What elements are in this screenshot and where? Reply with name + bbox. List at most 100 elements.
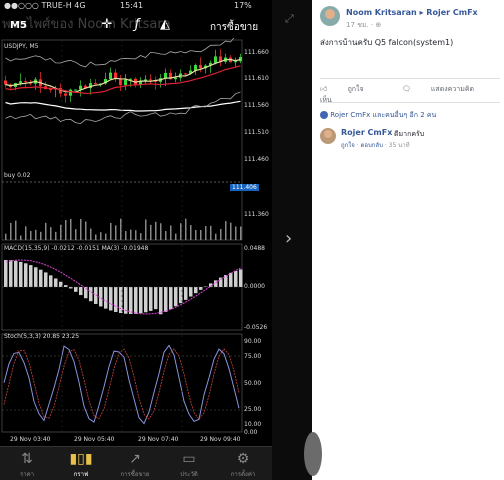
- chart-canvas[interactable]: [0, 38, 272, 446]
- tab-quotes[interactable]: ⇅ ราคา: [0, 447, 54, 480]
- post-author-link[interactable]: Noom Kritsaran ▸ Rojer CmFx: [346, 8, 478, 17]
- candle: [114, 72, 117, 79]
- volume-bar: [125, 231, 127, 240]
- timeframe-button[interactable]: M5: [10, 20, 27, 31]
- candle: [174, 77, 177, 80]
- macd-bar: [14, 260, 18, 287]
- volume-bar: [25, 226, 27, 240]
- volume-bar: [165, 231, 167, 240]
- macd-bar: [74, 287, 78, 292]
- divider: [320, 102, 500, 103]
- volume-bar: [105, 233, 107, 240]
- price-tick: 111.560: [244, 102, 269, 109]
- macd-bar: [139, 287, 143, 314]
- post-timestamp[interactable]: 17 ชม. · ⊕: [346, 20, 381, 31]
- volume-bar: [215, 233, 217, 240]
- volume-bar: [135, 230, 137, 240]
- macd-bar: [79, 287, 83, 296]
- macd-bar: [104, 287, 108, 309]
- volume-bar: [65, 220, 67, 240]
- candle: [4, 80, 7, 85]
- macd-level: -0.0526: [244, 324, 268, 331]
- macd-bar: [199, 287, 203, 290]
- buy-order-label: buy 0.02: [4, 172, 31, 179]
- candle: [214, 56, 217, 63]
- likes-summary[interactable]: Rojer CmFx และคนอื่นๆ อีก 2 คน: [320, 110, 436, 121]
- candle: [64, 93, 67, 96]
- trade-button[interactable]: การซื้อขาย: [210, 20, 258, 35]
- tab-label: กราฟ: [73, 471, 89, 478]
- macd-level: 0.0000: [244, 283, 265, 290]
- comment-icon: 🗨︎: [401, 85, 411, 93]
- volume-bar: [185, 218, 187, 240]
- volume-bar: [195, 229, 197, 240]
- comment-reply-link[interactable]: ตอบกลับ: [360, 142, 382, 149]
- macd-bar: [29, 265, 33, 287]
- chart-icon: ▮▯▮: [69, 451, 93, 467]
- candle: [184, 73, 187, 75]
- like-badge-icon: [320, 111, 328, 119]
- stoch-level: 50.00: [244, 380, 262, 387]
- stoch-level: 10.00: [244, 421, 262, 428]
- volume-bar: [235, 226, 237, 240]
- tab-label: ประวัติ: [180, 471, 198, 478]
- comment-meta: ถูกใจ · ตอบกลับ · 35 นาที: [341, 142, 410, 149]
- chevron-right-icon[interactable]: ›: [285, 228, 292, 249]
- expand-icon[interactable]: ⤢: [285, 12, 294, 26]
- facebook-post-panel: Noom Kritsaran ▸ Rojer CmFx 17 ชม. · ⊕ ส…: [304, 0, 504, 480]
- macd-bar: [144, 287, 148, 313]
- macd-bar: [129, 287, 133, 314]
- shapes-icon[interactable]: ◭: [156, 17, 174, 33]
- tab-label: ราคา: [20, 471, 34, 478]
- volume-bar: [240, 226, 242, 240]
- candle: [194, 65, 197, 71]
- price-tick: 111.510: [244, 129, 269, 136]
- tab-history[interactable]: ▭ ประวัติ: [162, 447, 216, 480]
- commenter-name-link[interactable]: Rojer CmFx: [341, 128, 392, 137]
- volume-bar: [100, 232, 102, 240]
- candle: [69, 89, 72, 96]
- macd-bar: [134, 287, 138, 314]
- volume-bar: [150, 224, 152, 240]
- comment-like-link[interactable]: ถูกใจ: [341, 142, 355, 149]
- stoch-level: 25.00: [244, 406, 262, 413]
- macd-bar: [154, 287, 158, 310]
- avatar[interactable]: [304, 432, 322, 476]
- tab-chart[interactable]: ▮▯▮ กราฟ: [54, 447, 108, 480]
- volume-bar: [55, 231, 57, 240]
- like-button[interactable]: 👍︎ ถูกใจ: [320, 85, 382, 93]
- battery-label: 17%: [234, 1, 252, 10]
- candle: [74, 89, 77, 91]
- avatar[interactable]: [320, 128, 336, 144]
- stoch-level: 0.00: [244, 429, 258, 436]
- price-tick: 111.610: [244, 75, 269, 82]
- candle: [119, 78, 122, 86]
- time-axis-label: 29 Nov 05:40: [74, 436, 115, 443]
- avatar[interactable]: [320, 6, 340, 26]
- macd-bar: [234, 270, 238, 287]
- macd-bar: [169, 287, 173, 310]
- status-bar: ●●○○○ TRUE-H 4G 15:41 17%: [0, 0, 272, 12]
- chart-toolbar: M5 ✛ ƒ ◭ การซื้อขาย: [0, 12, 272, 38]
- macd-label: MACD(15,35,9) -0.0212 -0.0151 MA(3) -0.0…: [4, 245, 149, 252]
- tab-settings[interactable]: ⚙ การตั้งค่า: [216, 447, 270, 480]
- volume-bar: [60, 224, 62, 240]
- settings-icon: ⚙: [236, 451, 250, 467]
- macd-bar: [19, 261, 23, 287]
- time-axis-label: 29 Nov 09:40: [200, 436, 241, 443]
- crosshair-icon[interactable]: ✛: [98, 17, 116, 33]
- macd-bar: [239, 269, 243, 287]
- stoch-level: 75.00: [244, 353, 262, 360]
- candle: [109, 72, 112, 79]
- candle: [49, 89, 52, 91]
- volume-bar: [230, 222, 232, 240]
- macd-bar: [229, 272, 233, 287]
- history-icon: ▭: [182, 451, 196, 467]
- comment-text: ดีมากครับ: [394, 130, 425, 138]
- function-icon[interactable]: ƒ: [128, 17, 146, 33]
- macd-bar: [194, 287, 198, 294]
- candle: [149, 79, 152, 81]
- comment-age: 35 นาที: [388, 142, 410, 149]
- volume-bar: [170, 225, 172, 240]
- tab-trade[interactable]: ↗ การซื้อขาย: [108, 447, 162, 480]
